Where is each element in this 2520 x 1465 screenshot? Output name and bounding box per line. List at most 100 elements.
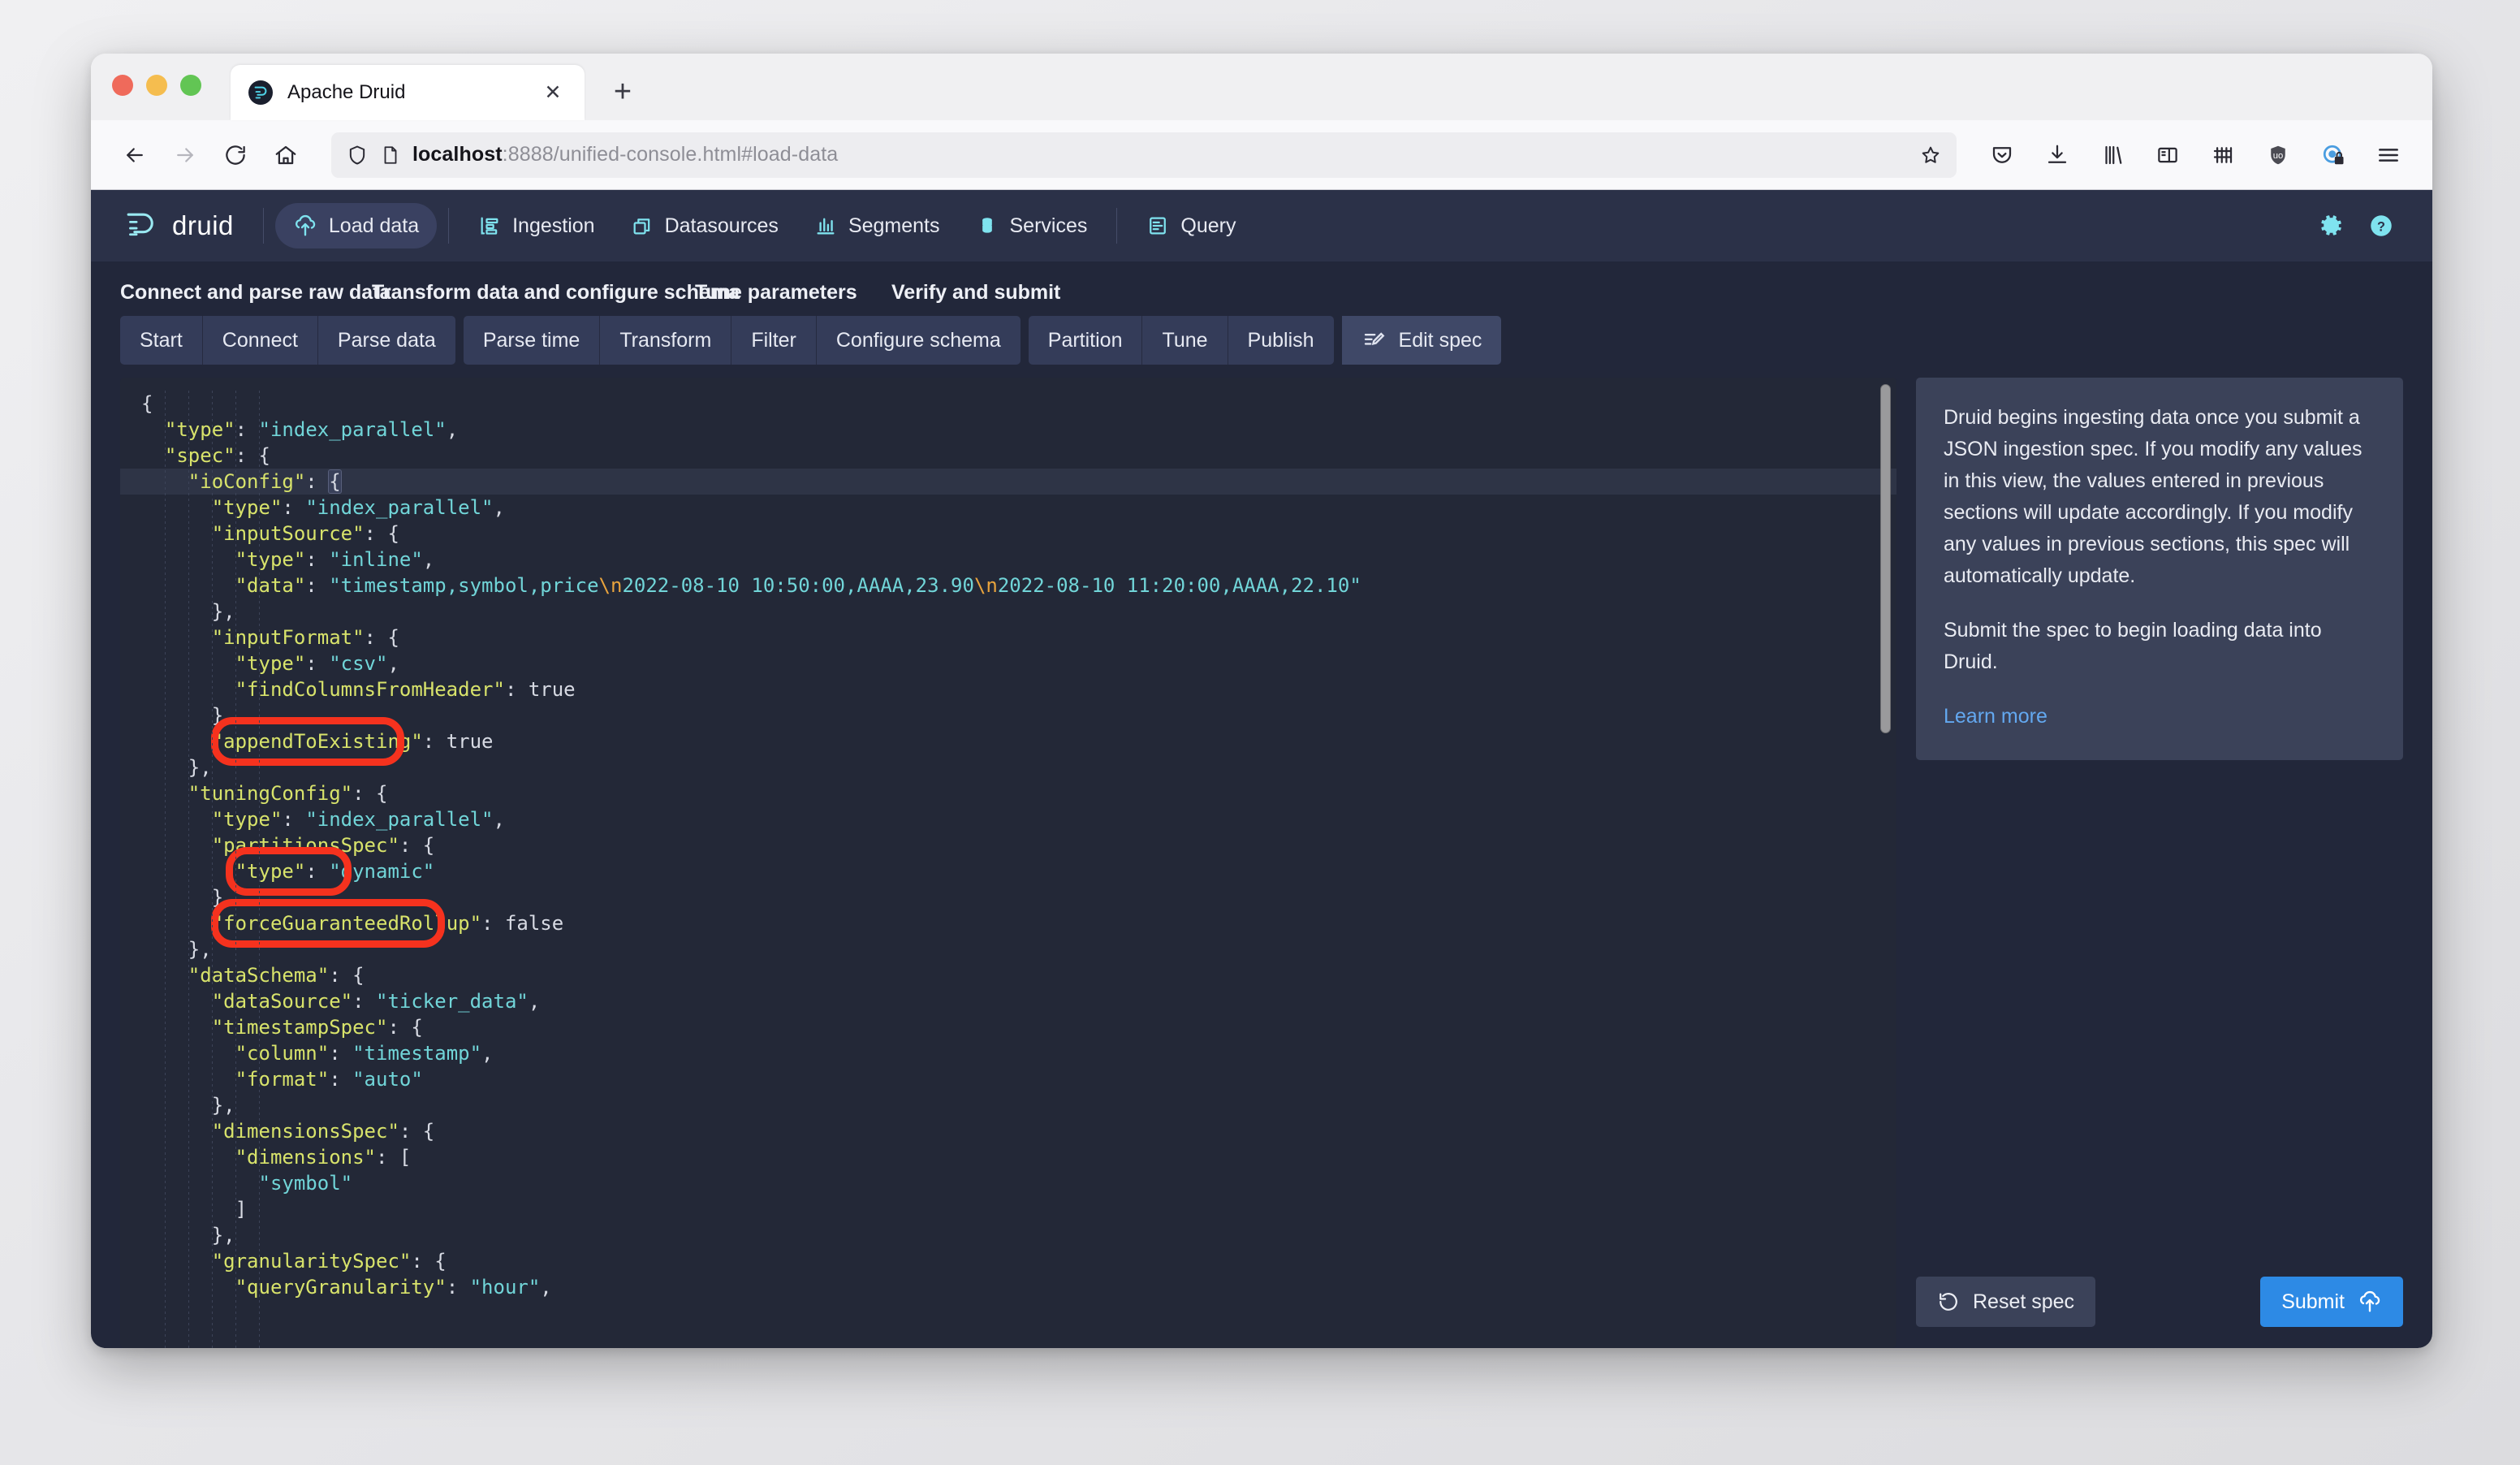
plus-icon[interactable]: + — [604, 73, 641, 110]
reload-icon[interactable] — [213, 132, 258, 178]
home-icon[interactable] — [263, 132, 309, 178]
gear-icon[interactable] — [2306, 212, 2356, 240]
step-button-start[interactable]: Start — [120, 316, 203, 365]
step-buttons: Start Connect Parse data Parse time Tran… — [120, 316, 2403, 365]
code-line: "queryGranularity": "hour", — [120, 1274, 1896, 1300]
url-bar[interactable]: localhost:8888/unified-console.html#load… — [331, 132, 1957, 178]
reset-spec-button[interactable]: Reset spec — [1916, 1277, 2095, 1327]
indent-guide — [165, 391, 166, 1348]
svg-text:uo: uo — [2273, 150, 2284, 160]
sidebar-icon[interactable] — [2145, 132, 2190, 178]
side-spacer — [1916, 760, 2403, 1262]
submit-upload-icon — [2358, 1290, 2382, 1314]
step-header-tune: Tune parameters — [695, 281, 891, 305]
back-arrow-icon[interactable] — [112, 132, 158, 178]
shield-icon[interactable] — [346, 144, 369, 166]
code-line: }, — [120, 1222, 1896, 1248]
druid-favicon — [248, 80, 273, 105]
ublock-shield-icon[interactable]: uo — [2255, 132, 2301, 178]
vertical-scrollbar[interactable] — [1879, 384, 1892, 1342]
step-group-connect: Start Connect Parse data — [120, 316, 455, 365]
step-button-publish[interactable]: Publish — [1228, 316, 1334, 365]
druid-navbar: druid Load data Ingestion Dat — [91, 190, 2432, 261]
step-button-tune[interactable]: Tune — [1142, 316, 1228, 365]
learn-more-link[interactable]: Learn more — [1944, 701, 2048, 732]
load-data-icon — [293, 214, 317, 238]
code-line: "findColumnsFromHeader": true — [120, 676, 1896, 702]
privacy-lock-icon[interactable] — [2311, 132, 2356, 178]
close-window-button[interactable] — [112, 75, 133, 96]
step-button-edit-spec[interactable]: Edit spec — [1342, 316, 1502, 365]
nav-item-services[interactable]: Services — [958, 203, 1106, 248]
code-line: { — [120, 391, 1896, 417]
help-icon[interactable]: ? — [2356, 212, 2406, 240]
json-code[interactable]: { "type": "index_parallel", "spec": { "i… — [120, 378, 1896, 1300]
json-spec-editor[interactable]: { "type": "index_parallel", "spec": { "i… — [120, 378, 1896, 1348]
edit-spec-icon — [1361, 328, 1386, 352]
step-button-partition[interactable]: Partition — [1029, 316, 1143, 365]
step-headers: Connect and parse raw data Transform dat… — [120, 281, 2403, 305]
scrollbar-thumb[interactable] — [1880, 384, 1891, 733]
url-text[interactable]: localhost:8888/unified-console.html#load… — [412, 143, 1908, 166]
containers-icon[interactable] — [2200, 132, 2246, 178]
page-icon[interactable] — [380, 145, 401, 166]
code-line: "inputFormat": { — [120, 624, 1896, 650]
code-line: "type": "index_parallel", — [120, 806, 1896, 832]
step-header-verify: Verify and submit — [891, 281, 1060, 305]
close-icon[interactable]: ✕ — [539, 79, 567, 106]
step-button-parse-data[interactable]: Parse data — [318, 316, 455, 365]
step-button-connect[interactable]: Connect — [203, 316, 318, 365]
brand-label: druid — [172, 210, 234, 241]
pocket-icon[interactable] — [1979, 132, 2025, 178]
submit-button[interactable]: Submit — [2260, 1277, 2403, 1327]
code-line: "dimensionsSpec": { — [120, 1118, 1896, 1144]
nav-divider-2 — [448, 208, 449, 244]
nav-item-datasources[interactable]: Datasources — [613, 203, 796, 248]
nav-item-load-data-label: Load data — [329, 214, 419, 238]
code-line: "tuningConfig": { — [120, 780, 1896, 806]
nav-item-query[interactable]: Query — [1128, 203, 1254, 248]
step-button-transform[interactable]: Transform — [600, 316, 731, 365]
browser-window: Apache Druid ✕ + localhost:8888/unified-… — [91, 54, 2432, 1348]
code-line: }, — [120, 1092, 1896, 1118]
step-button-parse-time[interactable]: Parse time — [464, 316, 600, 365]
window-controls — [112, 54, 201, 120]
step-header-connect: Connect and parse raw data — [120, 281, 372, 305]
indent-guide — [188, 391, 189, 1348]
maximize-window-button[interactable] — [180, 75, 201, 96]
step-group-tune: Partition Tune Publish — [1029, 316, 1334, 365]
info-paragraph-2: Submit the spec to begin loading data in… — [1944, 615, 2375, 678]
nav-item-segments[interactable]: Segments — [796, 203, 958, 248]
star-icon[interactable] — [1919, 144, 1942, 166]
nav-divider — [263, 208, 264, 244]
nav-item-query-label: Query — [1180, 214, 1236, 238]
minimize-window-button[interactable] — [146, 75, 167, 96]
tab-title: Apache Druid — [287, 81, 539, 104]
code-line: "dataSchema": { — [120, 962, 1896, 988]
code-line: "dimensions": [ — [120, 1144, 1896, 1170]
datasources-icon — [631, 214, 654, 237]
nav-item-segments-label: Segments — [848, 214, 940, 238]
code-line: "type": "index_parallel", — [120, 495, 1896, 521]
library-icon[interactable] — [2090, 132, 2135, 178]
druid-logo[interactable]: druid — [117, 210, 252, 242]
code-line: }, — [120, 936, 1896, 962]
download-icon[interactable] — [2035, 132, 2080, 178]
indent-guide — [259, 391, 260, 1348]
code-line: "symbol" — [120, 1170, 1896, 1196]
url-path: :8888/unified-console.html#load-data — [503, 143, 839, 166]
code-line: "data": "timestamp,symbol,price\n2022-08… — [120, 573, 1896, 599]
segments-icon — [814, 214, 837, 237]
nav-item-ingestion[interactable]: Ingestion — [460, 203, 612, 248]
hamburger-menu-icon[interactable] — [2366, 132, 2411, 178]
code-line: "spec": { — [120, 443, 1896, 469]
step-group-verify: Edit spec — [1342, 316, 1502, 365]
svg-text:?: ? — [2377, 219, 2385, 234]
step-button-filter[interactable]: Filter — [731, 316, 817, 365]
main-content: { "type": "index_parallel", "spec": { "i… — [91, 378, 2432, 1348]
query-icon — [1146, 214, 1169, 237]
browser-tab[interactable]: Apache Druid ✕ — [231, 65, 585, 120]
forward-arrow-icon[interactable] — [162, 132, 208, 178]
nav-item-load-data[interactable]: Load data — [275, 203, 437, 248]
step-button-configure-schema[interactable]: Configure schema — [817, 316, 1021, 365]
